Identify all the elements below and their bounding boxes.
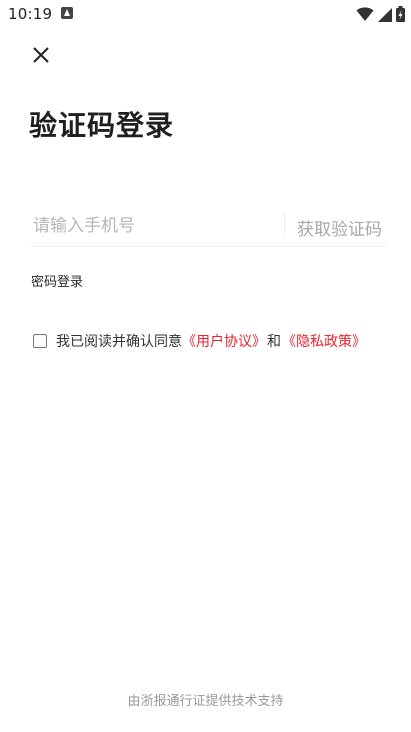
page-title: 验证码登录: [29, 109, 175, 142]
password-login-link[interactable]: 密码登录: [31, 271, 83, 290]
wifi-icon: [356, 6, 374, 22]
phone-input-row: 获取验证码: [31, 206, 386, 247]
battery-icon: [396, 6, 405, 22]
phone-input[interactable]: [31, 212, 280, 240]
close-icon: [32, 46, 50, 64]
get-code-button[interactable]: 获取验证码: [297, 215, 382, 240]
close-button[interactable]: [26, 40, 56, 70]
app-notification-icon: [61, 7, 73, 19]
agreement-row: 我已阅读并确认同意 《用户协议》 和 《隐私政策》: [33, 331, 366, 351]
input-divider: [284, 212, 285, 238]
footer-note: 由浙报通行证提供技术支持: [127, 694, 284, 709]
agreement-prefix: 我已阅读并确认同意: [56, 334, 182, 350]
agreement-checkbox[interactable]: [33, 334, 47, 348]
agreement-and: 和: [267, 334, 281, 350]
status-icons: [356, 5, 405, 23]
privacy-policy-link[interactable]: 《隐私政策》: [282, 331, 366, 351]
status-time: 10:19: [8, 5, 53, 23]
status-bar: 10:19: [0, 0, 411, 28]
signal-icon: [378, 7, 392, 22]
user-agreement-link[interactable]: 《用户协议》: [182, 331, 266, 351]
